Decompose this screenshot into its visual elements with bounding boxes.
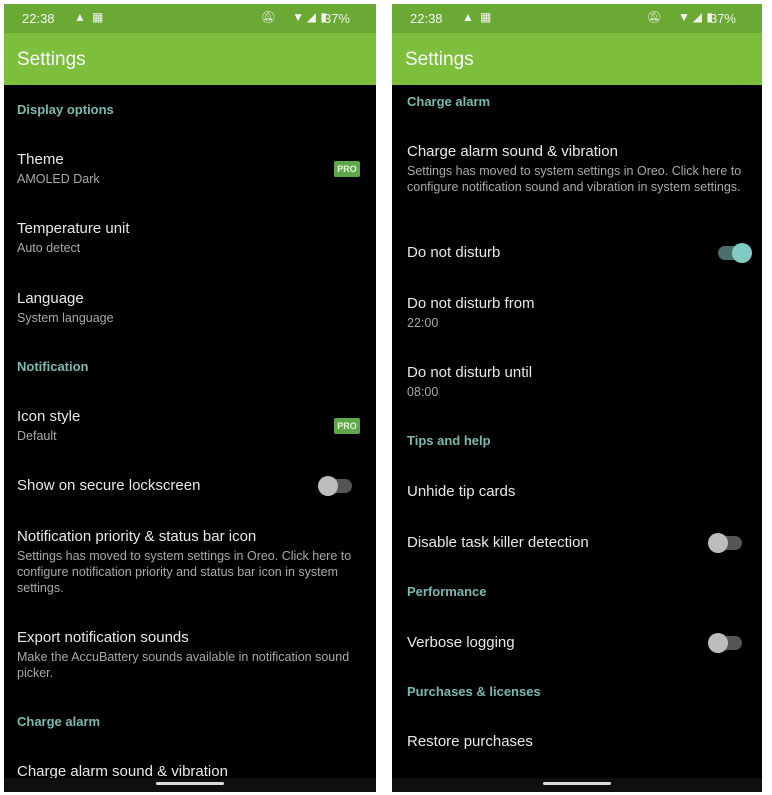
page-title: Settings xyxy=(405,49,474,70)
pro-badge: PRO xyxy=(334,161,360,177)
signal-icon: ◢ xyxy=(306,10,316,24)
setting-summary: 22:00 xyxy=(407,316,439,330)
setting-summary: AMOLED Dark xyxy=(17,172,100,186)
phone-screen-right: 22:38 ▲ ▦ 🔕︎ ▼ ◢ ▮ 37% Settings Charge a… xyxy=(392,4,762,792)
category-tips: Tips and help xyxy=(407,433,491,448)
setting-title: Temperature unit xyxy=(17,220,130,237)
setting-title: Verbose logging xyxy=(407,634,515,651)
setting-title: Disable task killer detection xyxy=(407,534,589,551)
setting-title: Export notification sounds xyxy=(17,629,189,646)
lockscreen-toggle[interactable] xyxy=(318,476,352,496)
pro-badge: PRO xyxy=(334,418,360,434)
setting-notification-priority[interactable]: Notification priority & status bar icon S… xyxy=(17,528,363,596)
setting-summary: System language xyxy=(17,311,114,325)
setting-title: Do not disturb from xyxy=(407,295,535,312)
navigation-bar xyxy=(4,778,376,792)
status-bar: 22:38 ▲ ▦ 🔕︎ ▼ ◢ ▮ 37% xyxy=(392,4,762,33)
category-performance: Performance xyxy=(407,584,487,599)
status-bar: 22:38 ▲ ▦ 🔕︎ ▼ ◢ ▮ 37% xyxy=(4,4,376,33)
setting-title: Show on secure lockscreen xyxy=(17,477,201,494)
setting-unhide-tips[interactable]: Unhide tip cards xyxy=(407,483,749,501)
setting-verbose-logging[interactable]: Verbose logging xyxy=(407,634,749,652)
clock: 22:38 xyxy=(410,11,443,26)
do-not-disturb-toggle[interactable] xyxy=(718,243,752,263)
wifi-icon: ▼ xyxy=(292,10,304,24)
setting-dnd-until[interactable]: Do not disturb until 08:00 xyxy=(407,364,749,400)
home-handle[interactable] xyxy=(156,782,224,785)
screenshot-icon: ▦ xyxy=(480,10,492,24)
bell-off-icon: 🔕︎ xyxy=(646,10,662,24)
signal-icon: ◢ xyxy=(692,10,702,24)
navigation-icon: ▲ xyxy=(74,10,86,24)
setting-summary: 08:00 xyxy=(407,385,439,399)
task-killer-toggle[interactable] xyxy=(708,533,742,553)
setting-title: Do not disturb xyxy=(407,244,501,261)
category-purchases: Purchases & licenses xyxy=(407,684,541,699)
setting-icon-style[interactable]: Icon style Default xyxy=(17,408,363,444)
setting-title: Restore purchases xyxy=(407,733,533,750)
setting-task-killer[interactable]: Disable task killer detection xyxy=(407,534,749,552)
home-handle[interactable] xyxy=(543,782,611,785)
category-charge-alarm: Charge alarm xyxy=(17,714,101,729)
setting-temperature-unit[interactable]: Temperature unit Auto detect xyxy=(17,220,363,256)
setting-title: Unhide tip cards xyxy=(407,483,516,500)
setting-title: Charge alarm sound & vibration xyxy=(407,143,618,160)
setting-summary: Settings has moved to system settings in… xyxy=(17,549,352,595)
category-charge-alarm: Charge alarm xyxy=(407,94,491,109)
setting-title: Language xyxy=(17,290,84,307)
setting-summary: Auto detect xyxy=(17,241,81,255)
battery-level: 37% xyxy=(323,11,350,26)
setting-theme[interactable]: Theme AMOLED Dark xyxy=(17,151,363,187)
navigation-icon: ▲ xyxy=(462,10,474,24)
setting-summary: Settings has moved to system settings in… xyxy=(407,164,742,194)
phone-screen-left: 22:38 ▲ ▦ 🔕︎ ▼ ◢ ▮ 37% Settings Display … xyxy=(4,4,376,792)
screenshot-icon: ▦ xyxy=(92,10,104,24)
verbose-logging-toggle[interactable] xyxy=(708,633,742,653)
setting-title: Icon style xyxy=(17,408,81,425)
navigation-bar xyxy=(392,778,762,792)
setting-dnd-from[interactable]: Do not disturb from 22:00 xyxy=(407,295,749,331)
setting-restore-purchases[interactable]: Restore purchases xyxy=(407,733,749,751)
setting-do-not-disturb[interactable]: Do not disturb xyxy=(407,244,749,262)
page-title: Settings xyxy=(17,49,86,70)
setting-title: Notification priority & status bar icon xyxy=(17,528,257,545)
bell-off-icon: 🔕︎ xyxy=(260,10,276,24)
setting-export-sounds[interactable]: Export notification sounds Make the AccuB… xyxy=(17,629,363,681)
setting-summary: Make the AccuBattery sounds available in… xyxy=(17,650,350,680)
setting-language[interactable]: Language System language xyxy=(17,290,363,326)
setting-summary: Default xyxy=(17,429,57,443)
setting-title: Do not disturb until xyxy=(407,364,533,381)
wifi-icon: ▼ xyxy=(678,10,690,24)
category-notification: Notification xyxy=(17,359,89,374)
app-bar: Settings xyxy=(4,33,376,85)
category-display-options: Display options xyxy=(17,102,114,117)
setting-secure-lockscreen[interactable]: Show on secure lockscreen xyxy=(17,477,363,495)
clock: 22:38 xyxy=(22,11,55,26)
setting-title: Theme xyxy=(17,151,64,168)
app-bar: Settings xyxy=(392,33,762,85)
setting-charge-alarm-sound[interactable]: Charge alarm sound & vibration Settings h… xyxy=(407,143,749,195)
battery-level: 37% xyxy=(709,11,736,26)
